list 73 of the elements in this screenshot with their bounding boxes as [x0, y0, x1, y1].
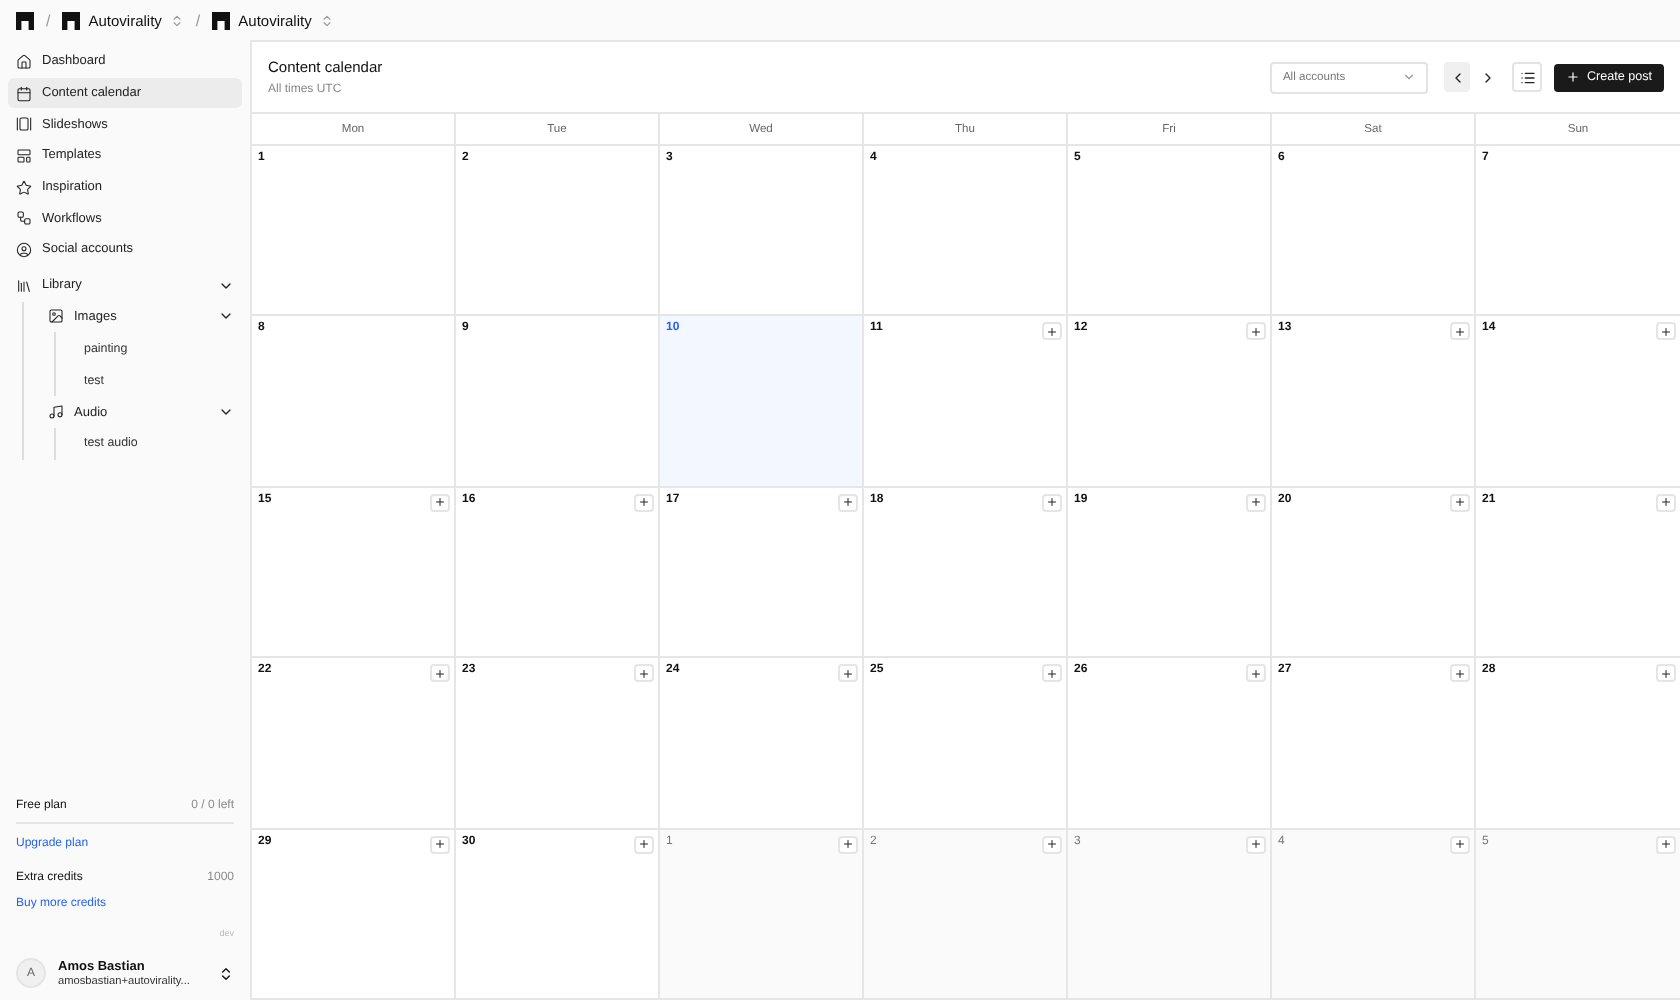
previous-button[interactable]: [1444, 62, 1471, 92]
add-post-button[interactable]: [1450, 664, 1470, 683]
chevrons-icon: [169, 13, 184, 27]
logo-icon: [62, 11, 81, 29]
calendar-icon: [16, 85, 32, 102]
breadcrumb-separator: /: [46, 11, 51, 29]
list-icon: [1519, 69, 1536, 85]
plus-icon: [638, 496, 650, 509]
template-icon: [16, 147, 32, 164]
add-post-button[interactable]: [634, 835, 654, 854]
add-post-button[interactable]: [1656, 322, 1676, 341]
add-post-button[interactable]: [1450, 835, 1470, 854]
image-icon: [48, 308, 64, 325]
add-post-button[interactable]: [838, 664, 858, 683]
plus-icon: [638, 667, 650, 680]
add-post-button[interactable]: [430, 835, 450, 854]
plus-icon: [1250, 325, 1262, 338]
plus-icon: [1046, 496, 1058, 509]
plus-icon: [842, 496, 854, 509]
chevron-icon: [1402, 70, 1417, 84]
plus-icon: [434, 496, 446, 509]
add-post-button[interactable]: [838, 493, 858, 512]
plus-icon: [434, 667, 446, 680]
library-icon: [16, 277, 32, 294]
logo-icon: [212, 11, 231, 29]
add-post-button[interactable]: [1246, 664, 1266, 683]
star-icon: [16, 179, 32, 196]
plus-icon: [842, 667, 854, 680]
plus-icon: [1454, 838, 1466, 851]
add-post-button[interactable]: [1656, 493, 1676, 512]
chevrons-icon: [319, 13, 334, 27]
add-post-button[interactable]: [1042, 664, 1062, 683]
add-post-button[interactable]: [634, 664, 654, 683]
plus-icon: [1660, 838, 1672, 851]
add-post-button[interactable]: [1656, 664, 1676, 683]
logo-icon: [16, 11, 34, 29]
plus-icon: [1566, 70, 1581, 84]
add-post-button[interactable]: [430, 493, 450, 512]
plus-icon: [1454, 496, 1466, 509]
music-icon: [48, 404, 64, 421]
breadcrumb-separator: /: [195, 11, 201, 29]
add-post-button[interactable]: [1450, 322, 1470, 341]
add-post-button[interactable]: [1450, 493, 1470, 512]
plus-icon: [1250, 838, 1262, 851]
plus-icon: [1046, 838, 1058, 851]
plus-icon: [1454, 325, 1466, 338]
add-post-button[interactable]: [1042, 835, 1062, 854]
plus-icon: [1660, 325, 1672, 338]
add-post-button[interactable]: [1246, 493, 1266, 512]
plus-icon: [1250, 496, 1262, 509]
workflow-icon: [16, 210, 32, 227]
chevrons-icon[interactable]: [218, 965, 234, 981]
plus-icon: [1046, 667, 1058, 680]
plus-icon: [1250, 667, 1262, 680]
list-view-button[interactable]: [1512, 62, 1543, 92]
add-post-button[interactable]: [1246, 835, 1266, 854]
gallery-icon: [16, 116, 32, 133]
add-post-button[interactable]: [634, 493, 654, 512]
add-post-button[interactable]: [1246, 322, 1266, 341]
plus-icon: [842, 838, 854, 851]
plus-icon: [1454, 667, 1466, 680]
plus-icon: [1660, 496, 1672, 509]
add-post-button[interactable]: [1656, 835, 1676, 854]
user-circle-icon: [16, 241, 32, 258]
add-post-button[interactable]: [1042, 493, 1062, 512]
plus-icon: [1046, 325, 1058, 338]
add-post-button[interactable]: [1042, 322, 1062, 341]
house-icon: [16, 53, 32, 70]
plus-icon: [1660, 667, 1672, 680]
add-post-button[interactable]: [430, 664, 450, 683]
plus-icon: [638, 838, 650, 851]
add-post-button[interactable]: [838, 835, 858, 854]
plus-icon: [434, 838, 446, 851]
